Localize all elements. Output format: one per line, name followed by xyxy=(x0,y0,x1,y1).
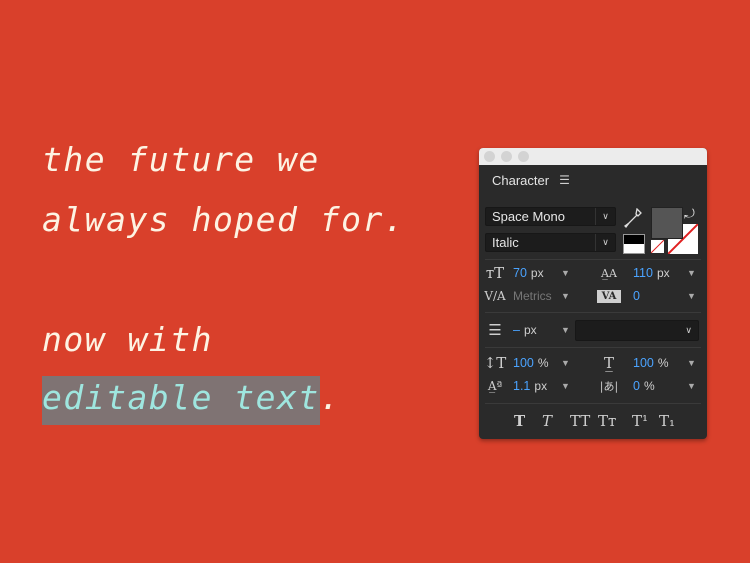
leading-field[interactable]: A̲A 110 px ▼ xyxy=(597,264,703,282)
panel-tab[interactable]: Character ☰ xyxy=(479,165,707,195)
font-family-value: Space Mono xyxy=(492,209,565,224)
minimize-button[interactable] xyxy=(501,151,512,162)
baseline-shift-icon: A̲ª xyxy=(487,379,503,393)
chevron-down-icon[interactable]: ∨ xyxy=(595,234,615,251)
chevron-down-icon[interactable]: ∨ xyxy=(595,208,615,225)
text-line-4[interactable]: editable text. xyxy=(42,376,341,425)
panel-title: Character xyxy=(492,172,550,188)
faux-bold-button[interactable]: T xyxy=(514,412,525,430)
divider xyxy=(485,312,701,313)
tracking-field[interactable]: VA 0 ▼ xyxy=(597,287,703,305)
small-caps-button[interactable]: Tᴛ xyxy=(598,412,616,430)
stroke-width-icon: ☰ xyxy=(488,321,502,339)
no-color-slash-icon xyxy=(650,239,665,254)
hamburger-menu-icon[interactable]: ☰ xyxy=(559,173,570,187)
dropdown-arrow-icon[interactable]: ▼ xyxy=(561,325,570,335)
dropdown-arrow-icon[interactable]: ▼ xyxy=(687,358,696,368)
font-size-icon: ᴛT xyxy=(485,264,505,282)
divider xyxy=(485,403,701,404)
tracking-icon: VA xyxy=(597,289,621,303)
font-family-select[interactable]: Space Mono ∨ xyxy=(485,207,616,226)
selected-text[interactable]: editable text xyxy=(42,376,320,425)
kerning-icon: V/A xyxy=(484,289,506,303)
font-style-select[interactable]: Italic ∨ xyxy=(485,233,616,252)
horizontal-scale-icon: T̲ xyxy=(603,354,614,372)
subscript-button[interactable]: T₁ xyxy=(659,412,675,430)
dropdown-arrow-icon[interactable]: ▼ xyxy=(561,381,570,391)
swap-colors-icon[interactable]: ⤾ xyxy=(684,206,695,222)
stroke-width-field[interactable]: ☰ – px ▼ xyxy=(483,321,573,339)
none-color-swatch[interactable] xyxy=(650,239,665,254)
dropdown-arrow-icon[interactable]: ▼ xyxy=(687,268,696,278)
close-button[interactable] xyxy=(484,151,495,162)
vertical-scale-field[interactable]: ↕T 100 % ▼ xyxy=(483,354,573,372)
superscript-button[interactable]: T¹ xyxy=(632,412,648,430)
character-panel: Character ☰ Space Mono ∨ Italic ∨ ⤾ ᴛT 7… xyxy=(479,148,707,439)
panel-titlebar[interactable] xyxy=(479,148,707,165)
fill-stroke-toggle[interactable] xyxy=(623,234,645,254)
text-line-2[interactable]: always hoped for. xyxy=(42,200,405,239)
divider xyxy=(485,259,701,260)
text-line-1[interactable]: the future we xyxy=(42,140,320,179)
kerning-field[interactable]: V/A Metrics ▼ xyxy=(483,287,573,305)
dropdown-arrow-icon[interactable]: ▼ xyxy=(687,291,696,301)
dropdown-arrow-icon[interactable]: ▼ xyxy=(687,381,696,391)
horizontal-scale-field[interactable]: T̲ 100 % ▼ xyxy=(597,354,703,372)
all-caps-button[interactable]: TT xyxy=(570,412,590,430)
font-size-field[interactable]: ᴛT 70 px ▼ xyxy=(483,264,573,282)
leading-icon: A̲A xyxy=(601,266,617,280)
divider xyxy=(485,347,701,348)
tsume-field[interactable]: |あ| 0 % ▼ xyxy=(597,377,703,395)
text-tail[interactable]: . xyxy=(320,378,341,417)
eyedropper-icon[interactable] xyxy=(624,208,642,230)
stroke-style-select[interactable]: ∨ xyxy=(575,320,699,341)
font-style-value: Italic xyxy=(492,235,519,250)
dropdown-arrow-icon[interactable]: ▼ xyxy=(561,291,570,301)
text-line-3[interactable]: now with xyxy=(42,320,213,359)
zoom-button[interactable] xyxy=(518,151,529,162)
dropdown-arrow-icon[interactable]: ▼ xyxy=(561,358,570,368)
tsume-icon: |あ| xyxy=(599,380,619,393)
vertical-scale-icon: ↕T xyxy=(483,354,507,372)
fill-color-swatch[interactable] xyxy=(651,207,683,239)
faux-italic-button[interactable]: T xyxy=(542,412,552,430)
dropdown-arrow-icon[interactable]: ▼ xyxy=(561,268,570,278)
baseline-shift-field[interactable]: A̲ª 1.1 px ▼ xyxy=(483,377,573,395)
chevron-down-icon[interactable]: ∨ xyxy=(685,325,692,335)
